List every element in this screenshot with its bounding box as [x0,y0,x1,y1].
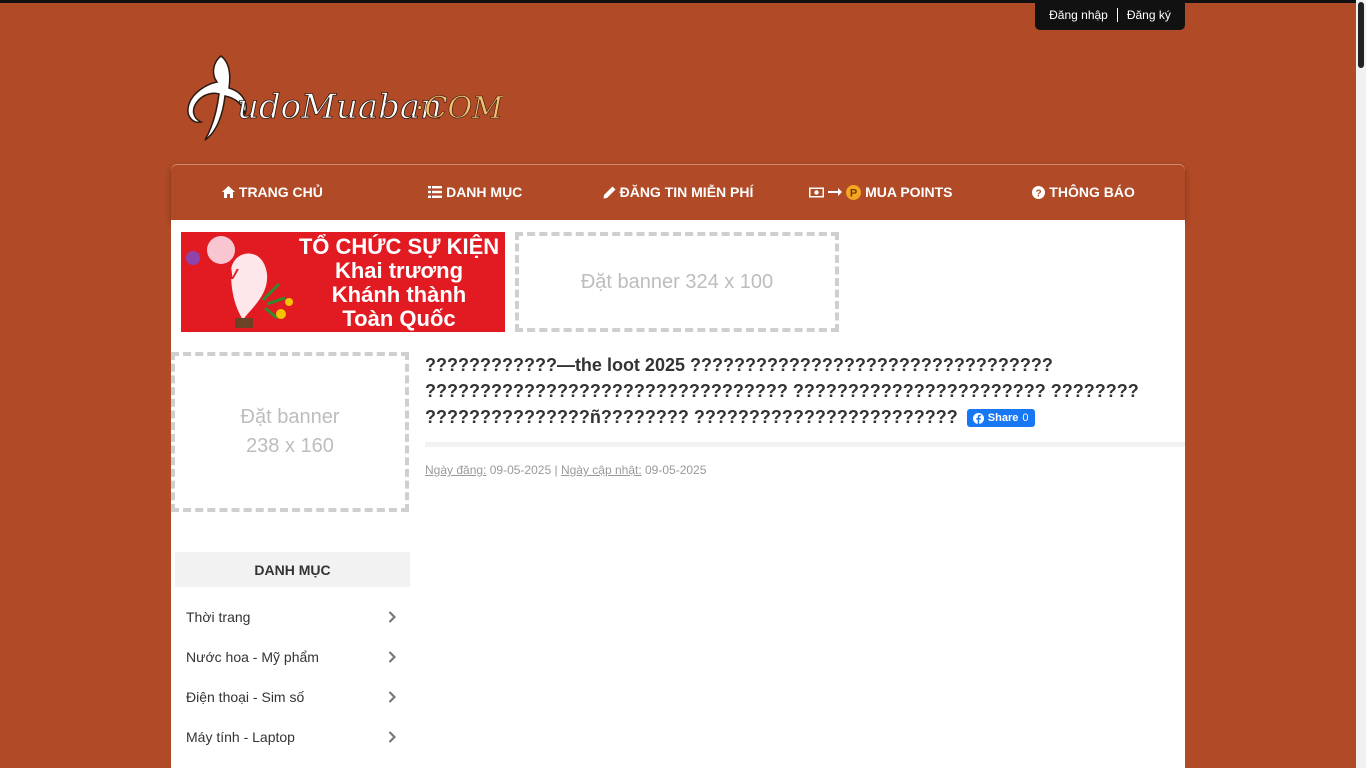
posted-date-value: 09-05-2025 [489,463,552,477]
posted-date-label: Ngày đăng: [425,463,487,477]
nav-post-free-label: ĐĂNG TIN MIỄN PHÍ [619,184,754,200]
category-item-fashion[interactable]: Thời trang [175,597,410,637]
svg-text:P: P [850,187,857,199]
money-icon [809,187,825,197]
question-circle-icon: ? [1032,185,1046,199]
category-item-label: Điện thoại - Sim số [186,689,305,705]
category-item-phones-sim[interactable]: Điện thoại - Sim số [175,677,410,717]
updated-date-label: Ngày cập nhật: [560,463,642,477]
chevron-right-icon [388,731,396,743]
logo-image: udoMuaban ·COM [187,55,504,141]
content-panel: PRV TỔ CHỨC SỰ KIỆN Khai trương Khánh th… [171,220,1185,768]
nav-post-free[interactable]: ĐĂNG TIN MIỄN PHÍ [577,184,780,200]
home-icon [221,186,235,198]
banner-side-line2: 238 x 160 [246,435,334,457]
event-ad-banner[interactable]: PRV TỔ CHỨC SỰ KIỆN Khai trương Khánh th… [181,232,505,332]
article: ????????????—the loot 2025 ?????????????… [425,352,1185,477]
meta-separator: | [554,463,558,477]
event-ad-brand: PRV [207,266,238,283]
nav-notifications[interactable]: ? THÔNG BÁO [982,184,1185,200]
chevron-right-icon [388,651,396,663]
banner-placeholder-side-text: Đặt banner 238 x 160 [241,403,340,461]
banner-placeholder-side[interactable]: Đặt banner 238 x 160 [171,352,409,512]
nav-buy-points-label: MUA POINTS [865,184,953,200]
main-nav: TRANG CHỦ DANH MỤC ĐĂNG TIN MIỄN PHÍ P M… [171,164,1185,220]
event-ad-line2: Khai trương [334,258,464,283]
login-link[interactable]: Đăng nhập [1040,8,1117,22]
category-list: Thời trang Nước hoa - Mỹ phẩm Điện thoại… [175,597,410,757]
chevron-right-icon [388,691,396,703]
nav-categories[interactable]: DANH MỤC [374,184,577,200]
category-item-label: Thời trang [186,609,251,625]
vertical-scrollbar[interactable] [1356,0,1366,768]
share-label: Share [987,412,1019,425]
banner-side-line1: Đặt banner [240,406,340,428]
category-heading: DANH MỤC [175,552,410,587]
nav-notifications-label: THÔNG BÁO [1049,184,1135,200]
updated-date-value: 09-05-2025 [645,463,707,477]
site-logo[interactable]: udoMuaban ·COM [183,48,504,144]
auth-bar: Đăng nhập Đăng ký [1035,0,1185,30]
arrow-right-icon [828,188,843,196]
event-ad-line4: Toàn Quốc [342,306,456,331]
nav-categories-label: DANH MỤC [446,184,523,200]
nav-buy-points[interactable]: P MUA POINTS [779,184,982,200]
scrollbar-thumb[interactable] [1358,2,1364,68]
pencil-icon [603,186,616,198]
share-count: 0 [1022,412,1029,425]
banner-placeholder-top[interactable]: Đặt banner 324 x 100 [515,232,839,332]
category-item-label: Nước hoa - Mỹ phẩm [186,649,319,665]
chevron-right-icon [388,611,396,623]
event-ad-text: TỔ CHỨC SỰ KIỆN Khai trương Khánh thành … [293,235,505,331]
facebook-share-button[interactable]: Share 0 [966,409,1035,428]
event-ad-line1: TỔ CHỨC SỰ KIỆN [298,234,500,259]
points-coin-icon: P [846,184,862,200]
title-divider [425,442,1185,447]
category-item-perfume-cosmetics[interactable]: Nước hoa - Mỹ phẩm [175,637,410,677]
category-item-computers-laptops[interactable]: Máy tính - Laptop [175,717,410,757]
svg-text:·COM: ·COM [415,91,503,126]
article-meta: Ngày đăng: 09-05-2025 | Ngày cập nhật: 0… [425,463,1185,477]
event-ad-line3: Khánh thành [331,282,467,307]
svg-text:?: ? [1036,188,1042,199]
svg-text:udoMuaban: udoMuaban [237,87,442,127]
nav-home-label: TRANG CHỦ [238,184,323,200]
facebook-icon [972,412,984,424]
banner-placeholder-top-text: Đặt banner 324 x 100 [580,270,774,293]
nav-home[interactable]: TRANG CHỦ [171,184,374,200]
register-link[interactable]: Đăng ký [1118,8,1180,22]
article-title: ????????????—the loot 2025 ?????????????… [425,352,1185,430]
category-item-label: Máy tính - Laptop [186,729,295,745]
list-icon [428,186,443,198]
